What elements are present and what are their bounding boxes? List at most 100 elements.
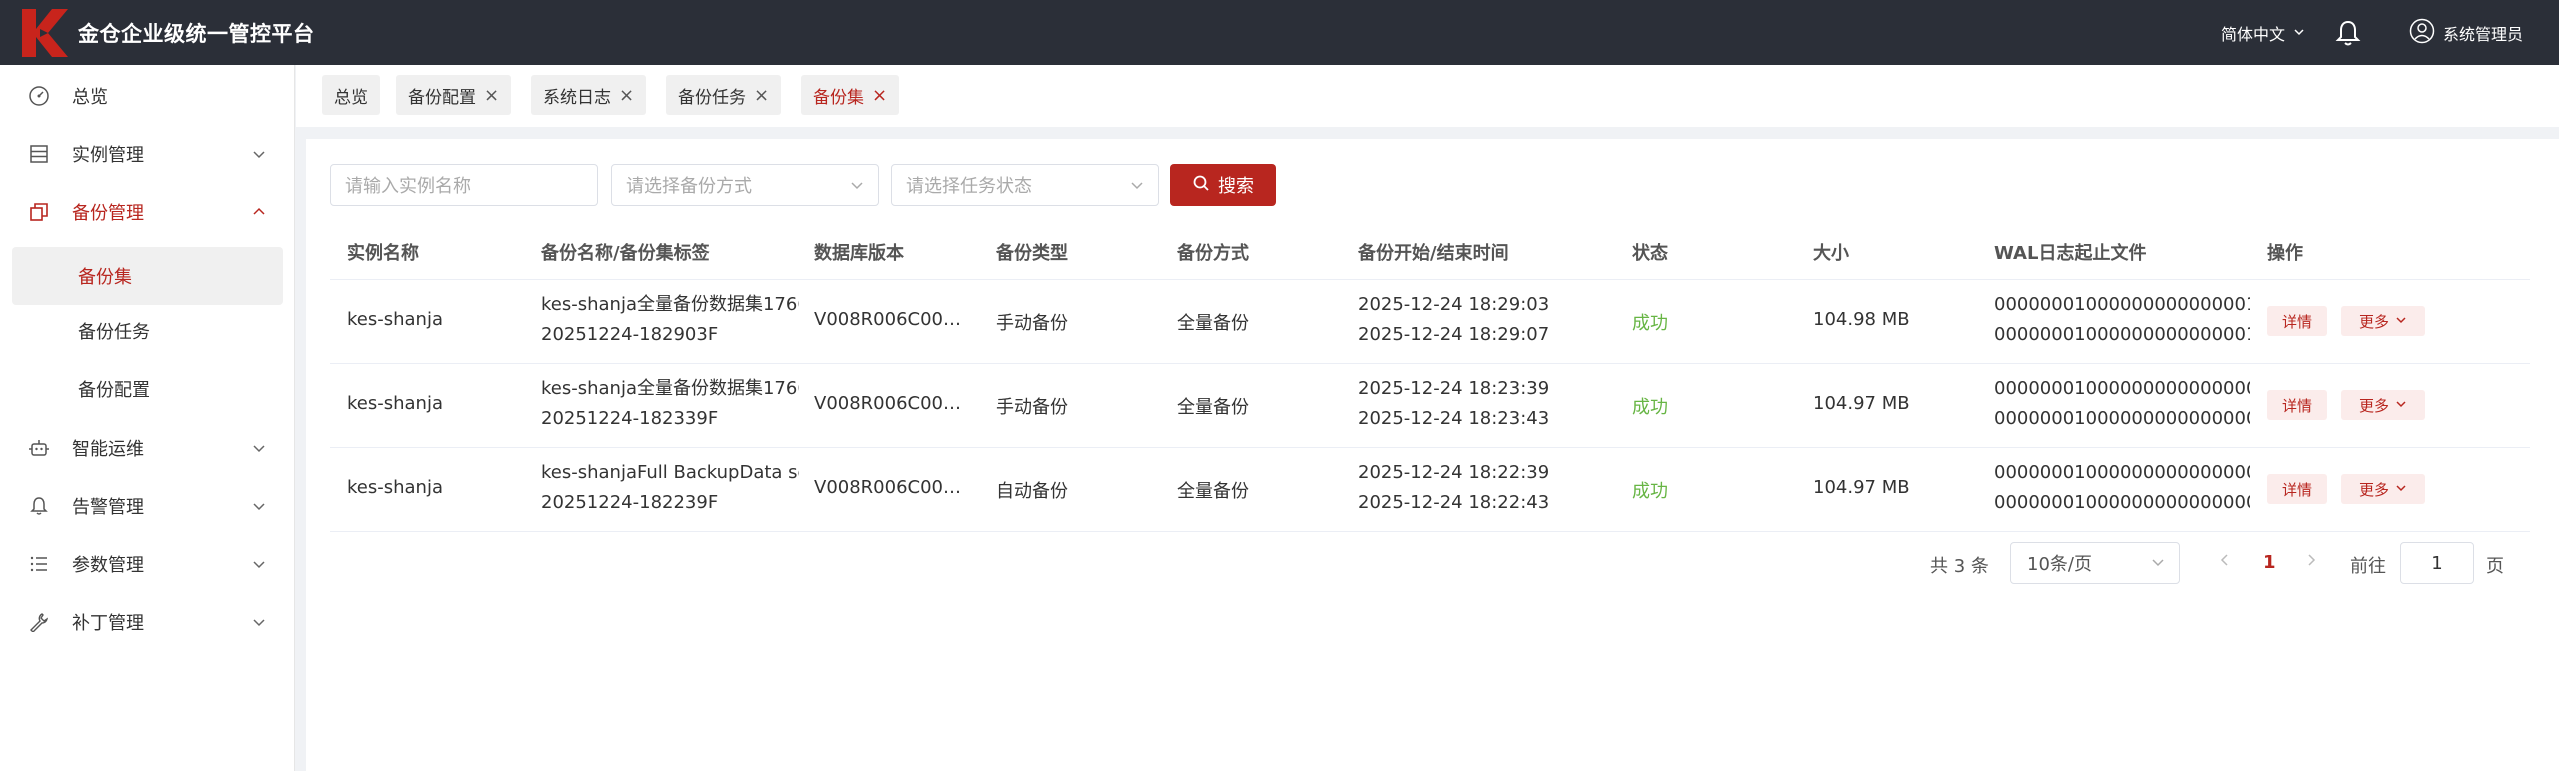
- top-bar: 金仓企业级统一管控平台 简体中文 系统管理员: [0, 0, 2559, 65]
- cell-wal: 00000001000000000000000E 000000010000000…: [1994, 374, 2250, 434]
- chevron-down-icon: [850, 178, 864, 192]
- chevron-down-icon: [2151, 553, 2165, 574]
- instance-name-input[interactable]: 请输入实例名称: [330, 164, 598, 206]
- tab-backup-config[interactable]: 备份配置 ×: [396, 75, 512, 115]
- chevron-down-icon: [2395, 396, 2407, 414]
- chevron-up-icon: [251, 204, 267, 220]
- start-time: 2025-12-24 18:22:39: [1358, 462, 1550, 483]
- bell-icon: [27, 494, 51, 518]
- sidebar-item-params[interactable]: 参数管理: [0, 535, 295, 593]
- end-time: 2025-12-24 18:23:43: [1358, 408, 1550, 429]
- search-button[interactable]: 搜索: [1170, 164, 1276, 206]
- tab-label: 备份集: [813, 87, 864, 108]
- more-label: 更多: [2358, 312, 2389, 331]
- backup-method-select[interactable]: 请选择备份方式: [611, 164, 879, 206]
- cell-instance: kes-shanja: [347, 477, 443, 498]
- sidebar-item-alerts[interactable]: 告警管理: [0, 477, 295, 535]
- sidebar-item-label: 告警管理: [72, 497, 144, 518]
- user-name: 系统管理员: [2442, 24, 2523, 44]
- sidebar-subitem-backup-config[interactable]: 备份配置: [0, 360, 295, 418]
- cell-db-version: V008R006C00…: [814, 393, 962, 414]
- row-divider: [330, 363, 2530, 364]
- tab-overview[interactable]: 总览: [322, 75, 380, 115]
- more-button[interactable]: 更多: [2341, 306, 2425, 336]
- task-status-placeholder: 请选择任务状态: [906, 176, 1032, 197]
- cell-time: 2025-12-24 18:29:03 2025-12-24 18:29:07: [1358, 290, 1549, 350]
- instance-name-placeholder: 请输入实例名称: [345, 176, 471, 197]
- backup-name: kes-shanjaFull BackupData set: [541, 462, 799, 483]
- goto-page-input[interactable]: 1: [2400, 542, 2474, 584]
- cell-backup-type: 手动备份: [996, 397, 1068, 418]
- sidebar-item-label: 智能运维: [72, 439, 144, 460]
- notification-bell-icon[interactable]: [2333, 18, 2363, 48]
- close-icon[interactable]: ×: [872, 85, 887, 106]
- tab-backup-sets[interactable]: 备份集 ×: [801, 75, 900, 115]
- cell-backup-method: 全量备份: [1177, 313, 1249, 334]
- user-menu[interactable]: 系统管理员: [2409, 18, 2523, 48]
- page-number-current[interactable]: 1: [2263, 552, 2276, 573]
- column-header-actions: 操作: [2267, 243, 2303, 264]
- search-icon: [1192, 174, 1210, 197]
- language-selector[interactable]: 简体中文: [2221, 21, 2305, 45]
- more-label: 更多: [2358, 480, 2389, 499]
- cell-size: 104.97 MB: [1813, 393, 1910, 414]
- backup-name: kes-shanja全量备份数据集1766: [541, 294, 799, 315]
- more-label: 更多: [2358, 396, 2389, 415]
- tab-system-log[interactable]: 系统日志 ×: [531, 75, 647, 115]
- prev-page-button[interactable]: [2218, 552, 2232, 573]
- cell-instance: kes-shanja: [347, 393, 443, 414]
- column-header-db-version: 数据库版本: [814, 243, 904, 264]
- dashboard-icon: [27, 84, 51, 108]
- row-divider: [330, 531, 2530, 532]
- wrench-icon: [27, 610, 51, 634]
- detail-button[interactable]: 详情: [2267, 474, 2327, 504]
- sidebar-item-label: 补丁管理: [72, 613, 144, 634]
- wal-end: 000000010000000000000010: [1994, 324, 2250, 345]
- sidebar-item-overview[interactable]: 总览: [0, 67, 295, 125]
- more-button[interactable]: 更多: [2341, 390, 2425, 420]
- wal-start: 000000010000000000000010: [1994, 294, 2250, 315]
- chevron-down-icon: [251, 146, 267, 162]
- sidebar-item-label: 参数管理: [72, 555, 144, 576]
- next-page-button[interactable]: [2304, 552, 2318, 573]
- page-size-select[interactable]: 10条/页: [2010, 542, 2180, 584]
- sidebar-item-backup[interactable]: 备份管理: [0, 183, 295, 241]
- tab-backup-tasks[interactable]: 备份任务 ×: [666, 75, 782, 115]
- sidebar-subitem-backup-sets[interactable]: 备份集: [12, 247, 283, 305]
- close-icon[interactable]: ×: [619, 85, 634, 106]
- database-icon: [27, 142, 51, 166]
- pagination-total: 共 3 条: [1930, 556, 1989, 577]
- tab-label: 总览: [334, 87, 368, 108]
- column-header-wal: WAL日志起止文件: [1994, 243, 2147, 264]
- cell-db-version: V008R006C00…: [814, 309, 962, 330]
- status-badge: 成功: [1632, 397, 1668, 418]
- app-title: 金仓企业级统一管控平台: [78, 21, 315, 46]
- sidebar-item-patches[interactable]: 补丁管理: [0, 593, 295, 651]
- task-status-select[interactable]: 请选择任务状态: [891, 164, 1159, 206]
- kingbase-logo: [14, 3, 74, 63]
- sidebar-item-smart-ops[interactable]: 智能运维: [0, 419, 295, 477]
- cell-backup-name: kes-shanjaFull BackupData set 20251224-1…: [541, 458, 799, 518]
- page-size-value: 10条/页: [2027, 554, 2092, 575]
- cell-size: 104.97 MB: [1813, 477, 1910, 498]
- sidebar-subitem-backup-tasks[interactable]: 备份任务: [0, 302, 295, 360]
- sidebar-item-label: 备份管理: [72, 203, 144, 224]
- end-time: 2025-12-24 18:22:43: [1358, 492, 1550, 513]
- chevron-down-icon: [251, 440, 267, 456]
- status-badge: 成功: [1632, 313, 1668, 334]
- cell-backup-name: kes-shanja全量备份数据集1766 20251224-182903F: [541, 290, 799, 350]
- wal-start: 00000001000000000000000C: [1994, 462, 2250, 483]
- close-icon[interactable]: ×: [484, 85, 499, 106]
- chevron-down-icon: [2395, 312, 2407, 330]
- end-time: 2025-12-24 18:29:07: [1358, 324, 1550, 345]
- detail-button[interactable]: 详情: [2267, 390, 2327, 420]
- user-avatar-icon: [2409, 18, 2435, 48]
- sidebar-item-instances[interactable]: 实例管理: [0, 125, 295, 183]
- chevron-down-icon: [251, 556, 267, 572]
- close-icon[interactable]: ×: [754, 85, 769, 106]
- language-label: 简体中文: [2220, 24, 2285, 44]
- wal-end: 00000001000000000000000E: [1994, 408, 2250, 429]
- more-button[interactable]: 更多: [2341, 474, 2425, 504]
- main-panel: 请输入实例名称 请选择备份方式 请选择任务状态 搜索 实例名称 备份名称/备份集…: [306, 139, 2559, 771]
- detail-button[interactable]: 详情: [2267, 306, 2327, 336]
